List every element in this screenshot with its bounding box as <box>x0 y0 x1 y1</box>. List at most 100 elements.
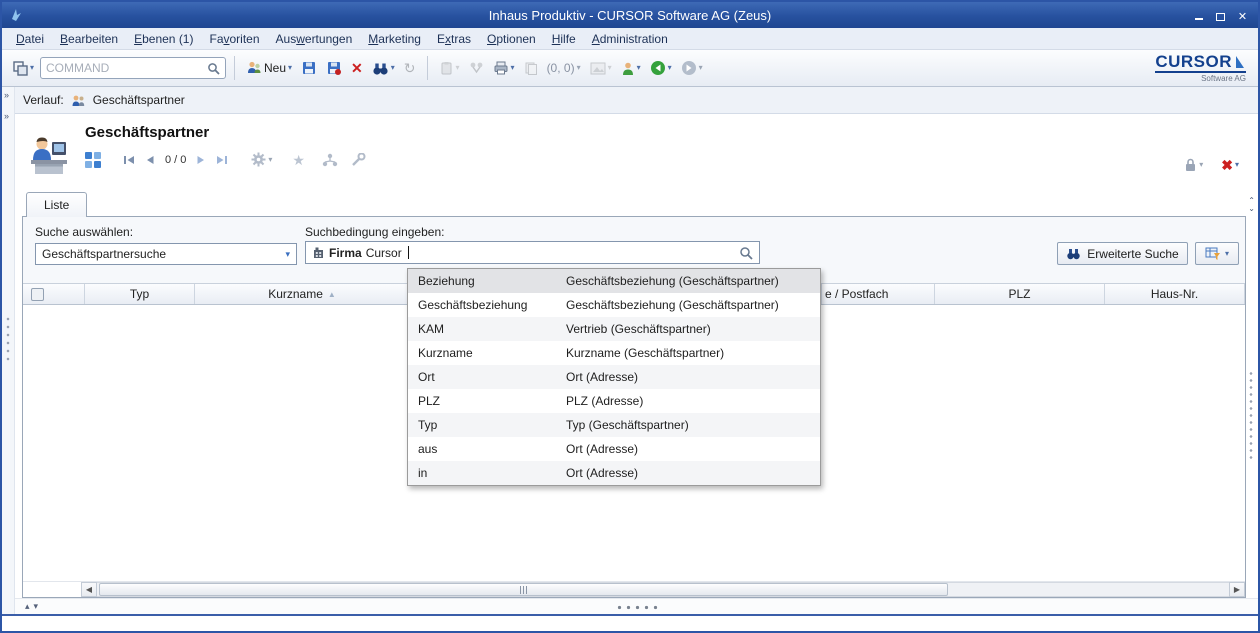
suggestion-row[interactable]: OrtOrt (Adresse) <box>408 365 820 389</box>
left-panel-strip[interactable]: »» <box>2 87 15 614</box>
clipboard-button[interactable]: ▾ <box>436 59 463 78</box>
image-button[interactable]: ▾ <box>587 60 615 77</box>
menu-item-ebenen-1[interactable]: Ebenen (1) <box>126 30 201 48</box>
suggestion-key: in <box>408 466 566 480</box>
app-window: Inhaus Produktiv - CURSOR Software AG (Z… <box>0 0 1260 633</box>
chevron-right-icon[interactable]: » <box>4 112 9 121</box>
suggestion-row[interactable]: ausOrt (Adresse) <box>408 437 820 461</box>
coords-display[interactable]: (0, 0) ▾ <box>544 59 584 77</box>
window-switch-button[interactable]: ▾ <box>10 59 37 78</box>
refresh-button[interactable]: ↻ <box>401 58 419 79</box>
column-header-typ[interactable]: Typ <box>85 284 195 304</box>
menu-item-bearbeiten[interactable]: Bearbeiten <box>52 30 126 48</box>
save-all-button[interactable] <box>323 58 345 78</box>
suggestion-row[interactable]: inOrt (Adresse) <box>408 461 820 485</box>
tab-liste[interactable]: Liste <box>26 192 87 217</box>
minimize-button[interactable] <box>1191 9 1206 22</box>
suggestion-row[interactable]: GeschäftsbeziehungGeschäftsbeziehung (Ge… <box>408 293 820 317</box>
chevron-down-icon: ▾ <box>268 156 272 164</box>
pages-button[interactable] <box>521 59 541 77</box>
suggestion-row[interactable]: KAMVertrieb (Geschäftspartner) <box>408 317 820 341</box>
splitter-grip-horizontal[interactable] <box>615 605 659 610</box>
column-header-strasse-postfach[interactable]: e / Postfach <box>822 284 935 304</box>
save-button[interactable] <box>298 58 320 78</box>
printer-icon <box>493 61 509 75</box>
expand-up-icon[interactable]: ▴ <box>25 601 30 612</box>
filter-button[interactable]: ▾ <box>1195 242 1239 265</box>
tools-icon[interactable] <box>351 153 366 167</box>
expand-down-icon[interactable]: ▾ <box>34 601 39 612</box>
history-entry[interactable]: Geschäftspartner <box>93 93 185 107</box>
new-button-label: Neu <box>264 61 286 75</box>
suggestion-row[interactable]: TypTyp (Geschäftspartner) <box>408 413 820 437</box>
scroll-left-button[interactable]: ◀ <box>81 582 97 597</box>
merge-button[interactable] <box>466 59 487 78</box>
scrollbar-thumb[interactable] <box>99 583 948 596</box>
menu-item-auswertungen[interactable]: Auswertungen <box>268 30 361 48</box>
column-header-plz[interactable]: PLZ <box>935 284 1105 304</box>
lock-button[interactable]: ▾ <box>1181 156 1206 174</box>
merge-icon <box>469 61 484 76</box>
chevron-down-icon: ▾ <box>1225 250 1229 258</box>
advanced-search-button[interactable]: Erweiterte Suche <box>1057 242 1188 265</box>
close-x-icon: ✖ <box>1221 158 1233 172</box>
suggestion-row[interactable]: PLZPLZ (Adresse) <box>408 389 820 413</box>
command-box[interactable] <box>40 57 226 79</box>
forward-button[interactable]: ▾ <box>678 58 706 78</box>
search-select[interactable]: Geschäftspartnersuche ▾ <box>35 243 297 265</box>
splitter-grip-vertical[interactable] <box>6 315 10 365</box>
settings-button[interactable]: ▾ <box>248 150 275 169</box>
column-header-select[interactable] <box>23 284 85 304</box>
suggestion-desc: Kurzname (Geschäftspartner) <box>566 346 820 360</box>
scrollbar-track[interactable] <box>97 582 1229 597</box>
gear-icon <box>251 152 266 167</box>
org-chart-icon[interactable] <box>322 153 338 167</box>
panel-expand-icons[interactable]: »» <box>4 91 9 121</box>
view-grid-icon[interactable] <box>85 152 101 168</box>
first-record-button[interactable] <box>122 154 136 166</box>
back-button[interactable]: ▾ <box>647 58 675 78</box>
bottom-splitter[interactable]: ▴ ▾ <box>15 598 1258 614</box>
suggestion-row[interactable]: BeziehungGeschäftsbeziehung (Geschäftspa… <box>408 269 820 293</box>
record-counter: 0 / 0 <box>163 154 188 166</box>
chevron-right-icon[interactable]: » <box>4 91 9 100</box>
contact-status-button[interactable]: ▾ <box>618 59 644 78</box>
suggestion-key: aus <box>408 442 566 456</box>
print-button[interactable]: ▾ <box>490 59 518 77</box>
horizontal-scrollbar[interactable]: ◀ ▶ <box>23 581 1245 597</box>
scroll-right-button[interactable]: ▶ <box>1229 582 1245 597</box>
previous-record-button[interactable] <box>144 154 155 166</box>
select-all-checkbox[interactable] <box>31 288 44 301</box>
maximize-button[interactable] <box>1213 9 1228 22</box>
close-record-button[interactable]: ✖ ▾ <box>1218 156 1242 174</box>
next-record-button[interactable] <box>196 154 207 166</box>
menu-item-hilfe[interactable]: Hilfe <box>544 30 584 48</box>
condition-input[interactable]: Firma Cursor <box>305 241 760 264</box>
menu-item-marketing[interactable]: Marketing <box>360 30 429 48</box>
search-icon[interactable] <box>739 246 753 260</box>
new-button[interactable]: Neu ▾ <box>243 58 295 78</box>
save-all-icon <box>326 60 342 76</box>
delete-x-icon: ✕ <box>351 61 363 75</box>
suggestion-row[interactable]: KurznameKurzname (Geschäftspartner) <box>408 341 820 365</box>
search-icon[interactable] <box>207 62 220 75</box>
person-green-icon <box>621 61 635 76</box>
column-header-haus-nr[interactable]: Haus-Nr. <box>1105 284 1245 304</box>
panel-collapse-icon[interactable]: ⌃⌄ <box>1248 197 1255 212</box>
menu-item-datei[interactable]: Datei <box>8 30 52 48</box>
menu-item-extras[interactable]: Extras <box>429 30 479 48</box>
column-header-kurzname[interactable]: Kurzname▲ <box>195 284 410 304</box>
last-record-button[interactable] <box>215 154 229 166</box>
chevron-down-icon: ▾ <box>30 64 34 72</box>
close-button[interactable]: ✕ <box>1235 9 1250 22</box>
menu-item-optionen[interactable]: Optionen <box>479 30 544 48</box>
menu-item-favoriten[interactable]: Favoriten <box>201 30 267 48</box>
logo-brand-text: CURSOR <box>1155 54 1232 70</box>
command-input[interactable] <box>46 61 203 75</box>
delete-button[interactable]: ✕ <box>348 59 366 77</box>
menu-item-administration[interactable]: Administration <box>584 30 676 48</box>
search-records-button[interactable]: ▾ <box>369 59 398 78</box>
logo-subtitle: Software AG <box>1155 74 1246 83</box>
favorite-star-icon[interactable]: ★ <box>292 153 305 167</box>
splitter-grip-right[interactable] <box>1249 370 1253 462</box>
